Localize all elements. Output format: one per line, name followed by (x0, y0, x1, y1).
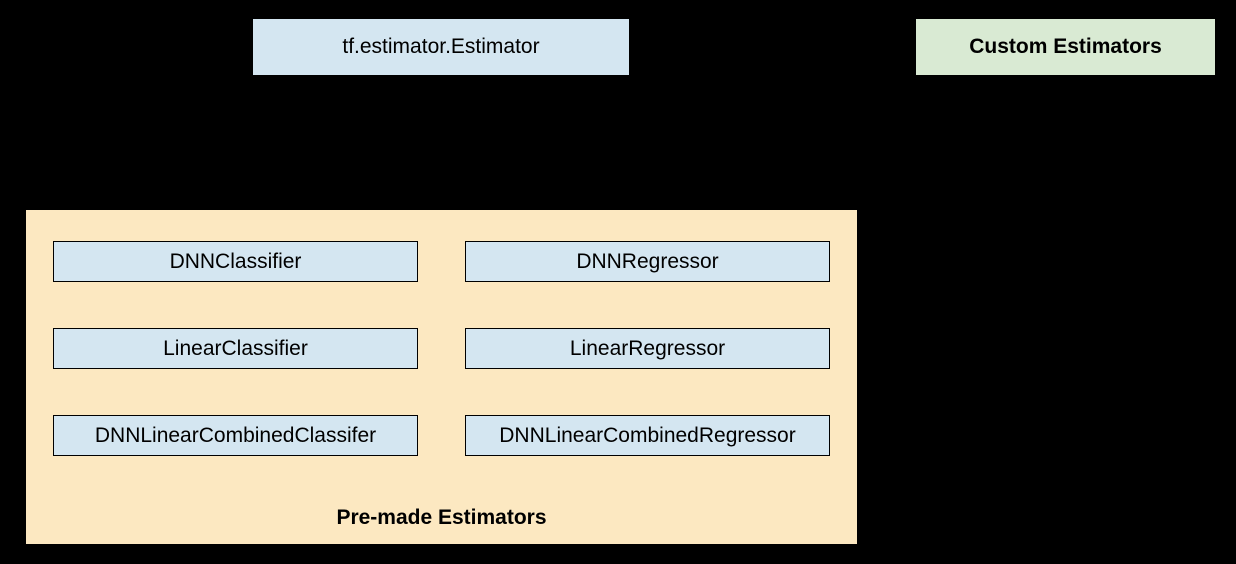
dnn-linear-combined-classifier-box: DNNLinearCombinedClassifer (53, 415, 418, 456)
linear-classifier-box: LinearClassifier (53, 328, 418, 369)
custom-estimators-label: Custom Estimators (969, 35, 1162, 59)
premade-title: Pre-made Estimators (26, 506, 857, 530)
dnn-linear-combined-regressor-box: DNNLinearCombinedRegressor (465, 415, 830, 456)
dnn-regressor-label: DNNRegressor (576, 250, 718, 274)
dnn-classifier-label: DNNClassifier (170, 250, 302, 274)
premade-row: DNNClassifier DNNRegressor (53, 241, 831, 282)
linear-classifier-label: LinearClassifier (163, 337, 308, 361)
premade-row: DNNLinearCombinedClassifer DNNLinearComb… (53, 415, 831, 456)
dnn-linear-combined-classifier-label: DNNLinearCombinedClassifer (95, 424, 376, 448)
linear-regressor-box: LinearRegressor (465, 328, 830, 369)
dnn-classifier-box: DNNClassifier (53, 241, 418, 282)
root-estimator-label: tf.estimator.Estimator (342, 35, 539, 59)
dnn-linear-combined-regressor-label: DNNLinearCombinedRegressor (499, 424, 795, 448)
linear-regressor-label: LinearRegressor (570, 337, 725, 361)
premade-grid: DNNClassifier DNNRegressor LinearClassif… (53, 241, 831, 502)
custom-estimators-box: Custom Estimators (915, 18, 1216, 76)
dnn-regressor-box: DNNRegressor (465, 241, 830, 282)
premade-container: DNNClassifier DNNRegressor LinearClassif… (25, 209, 858, 545)
root-estimator-box: tf.estimator.Estimator (252, 18, 630, 76)
premade-row: LinearClassifier LinearRegressor (53, 328, 831, 369)
